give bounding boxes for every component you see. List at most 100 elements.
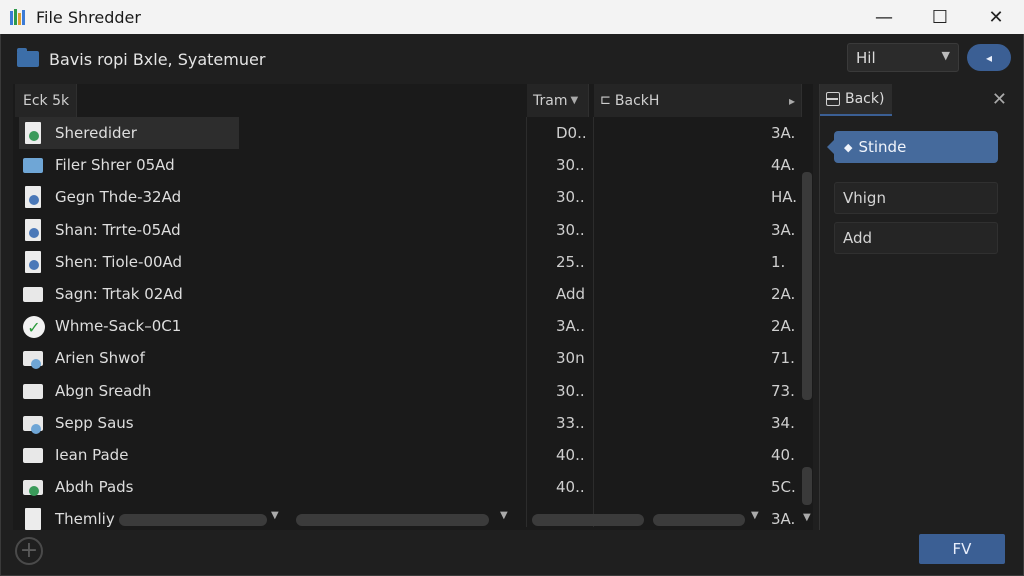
chevron-down-icon: ▼ <box>941 49 950 62</box>
folder-blue-icon <box>23 412 43 434</box>
file-name: Gegn Thde-32Ad <box>55 188 182 207</box>
file-size: 3A. <box>771 124 796 142</box>
file-row[interactable]: Arien Shwof 30n 71. <box>13 342 798 374</box>
file-name: Shen: Tiole-00Ad <box>55 252 183 271</box>
file-name: Abdh Pads <box>55 478 134 497</box>
chevron-down-icon[interactable]: ▼ <box>271 510 279 521</box>
tab-back[interactable]: Back) <box>820 84 892 116</box>
file-name: Sagn: Trtak 02Ad <box>55 285 183 303</box>
file-time: 30.. <box>556 381 585 400</box>
file-row[interactable]: Abdh Pads 40.. 5C. <box>13 471 798 503</box>
maximize-button[interactable]: ☐ <box>912 0 968 34</box>
file-row[interactable]: Sepp Saus 33.. 34. <box>13 407 798 439</box>
file-time: 3A.. <box>556 317 586 336</box>
add-icon[interactable]: + <box>15 537 43 565</box>
file-time: 40.. <box>556 478 585 497</box>
file-name-cell[interactable]: Sheredider <box>19 117 239 149</box>
column-header-name[interactable]: Eck 5k <box>15 84 77 117</box>
file-size: 2A. <box>771 285 796 303</box>
file-list: Eck 5k Tram ▼ ⊏ BackH ▸ Sheredider D0.. 3A… <box>13 84 813 531</box>
file-name-cell[interactable]: Shen: Tiole-00Ad <box>19 246 239 278</box>
column-header-back[interactable]: ⊏ BackH ▸ <box>594 84 802 117</box>
file-time: Add <box>556 285 586 303</box>
file-name: Sheredider <box>55 124 137 142</box>
file-name-cell[interactable]: ✓ Whme-Sack–0C1 <box>19 310 239 342</box>
chevron-down-icon[interactable]: ▼ <box>500 510 508 521</box>
file-name: Arien Shwof <box>55 349 145 368</box>
filter-value: Hil <box>856 48 876 67</box>
horizontal-scrollbar-3[interactable] <box>532 514 644 526</box>
horizontal-scrollbar-4[interactable] <box>653 514 745 526</box>
check-icon: ✓ <box>23 315 45 339</box>
file-row[interactable]: Sagn: Trtak 02Ad Add 2A. <box>13 278 798 310</box>
file-name-cell[interactable]: Gegn Thde-32Ad <box>19 181 239 213</box>
side-field-2[interactable]: Add <box>834 222 998 254</box>
fv-button[interactable]: FV <box>919 534 1005 564</box>
file-name-cell[interactable]: Sagn: Trtak 02Ad <box>19 278 239 310</box>
column-header-time[interactable]: Tram ▼ <box>527 84 589 117</box>
file-time: 33.. <box>556 413 585 432</box>
chevron-down-icon[interactable]: ▼ <box>751 510 759 521</box>
file-size: HA. <box>771 188 798 207</box>
file-row[interactable]: Sheredider D0.. 3A. <box>13 117 798 149</box>
file-row[interactable]: Filer Shrer 05Ad 30.. 4A. <box>13 149 798 181</box>
horizontal-scrollbar-1[interactable] <box>119 514 267 526</box>
file-time: 30.. <box>556 220 585 239</box>
file-row[interactable]: Shan: Trrte-05Ad 30.. 3A. <box>13 214 798 246</box>
chevron-down-icon: ▼ <box>570 95 579 106</box>
file-name-cell[interactable]: Iean Pade <box>19 439 239 471</box>
file-row[interactable]: Iean Pade 40.. 40. <box>13 439 798 471</box>
folder-icon <box>17 48 39 67</box>
shred-icon: ◆ <box>844 140 853 154</box>
file-name-cell[interactable]: Arien Shwof <box>19 342 239 374</box>
file-size: 4A. <box>771 156 796 175</box>
file-time: D0.. <box>556 124 587 142</box>
file-time: 30n <box>556 349 585 368</box>
path-bar: Bavis ropi Bxle, Syatemuer Hil ▼ ◂ <box>1 34 1023 84</box>
path-text: Bavis ropi Bxle, Syatemuer <box>49 49 266 69</box>
file-size: 3A. <box>771 220 796 239</box>
green-folder-icon <box>23 476 43 498</box>
folder-blue-icon <box>23 347 43 370</box>
file-row[interactable]: Shen: Tiole-00Ad 25.. 1. <box>13 246 798 278</box>
file-name: Shan: Trrte-05Ad <box>55 220 181 239</box>
file-time: 30.. <box>556 156 585 175</box>
file-size: 3A. <box>771 510 796 529</box>
file-name-cell[interactable]: Abdh Pads <box>19 471 239 503</box>
horizontal-scrollbar-2[interactable] <box>296 514 489 526</box>
filter-dropdown[interactable]: Hil ▼ <box>847 43 959 72</box>
file-name-cell[interactable]: Abgn Sreadh <box>19 375 239 407</box>
file-name: Iean Pade <box>55 446 129 464</box>
file-row[interactable]: Gegn Thde-32Ad 30.. HA. <box>13 181 798 213</box>
file-name-cell[interactable]: Filer Shrer 05Ad <box>19 149 239 181</box>
app-icon <box>10 9 28 25</box>
go-button[interactable]: ◂ <box>967 44 1011 71</box>
file-size: 1. <box>771 252 786 271</box>
vertical-scrollbar[interactable] <box>801 172 813 512</box>
file-name-cell[interactable]: Shan: Trrte-05Ad <box>19 214 239 246</box>
file-row[interactable]: Abgn Sreadh 30.. 73. <box>13 375 798 407</box>
close-button[interactable]: ✕ <box>968 0 1024 34</box>
title-bar: File Shredder — ☐ ✕ <box>0 0 1024 34</box>
file-size: 34. <box>771 413 795 432</box>
window-title: File Shredder <box>36 7 141 27</box>
disc-file-icon <box>23 218 43 241</box>
file-time: 25.. <box>556 252 585 271</box>
side-panel: Back) ✕ ◆ Stinde Vhign Add <box>819 84 1017 530</box>
file-size: 71. <box>771 349 795 368</box>
file-name: Whme-Sack–0C1 <box>55 317 182 336</box>
tree-icon: ⊏ <box>600 93 611 108</box>
folder-icon <box>23 444 43 466</box>
file-name: Abgn Sreadh <box>55 381 152 400</box>
scroll-down-icon[interactable]: ▼ <box>803 512 811 523</box>
file-row[interactable]: ✓ Whme-Sack–0C1 3A.. 2A. <box>13 310 798 342</box>
side-field-1[interactable]: Vhign <box>834 182 998 214</box>
close-icon[interactable]: ✕ <box>992 89 1007 110</box>
shred-button[interactable]: ◆ Stinde <box>827 131 998 163</box>
doc-file-icon <box>23 508 43 531</box>
disc-file-icon <box>23 186 43 209</box>
file-name-cell[interactable]: Sepp Saus <box>19 407 239 439</box>
minimize-button[interactable]: — <box>856 0 912 34</box>
file-name: Filer Shrer 05Ad <box>55 156 175 175</box>
file-size: 40. <box>771 446 795 464</box>
